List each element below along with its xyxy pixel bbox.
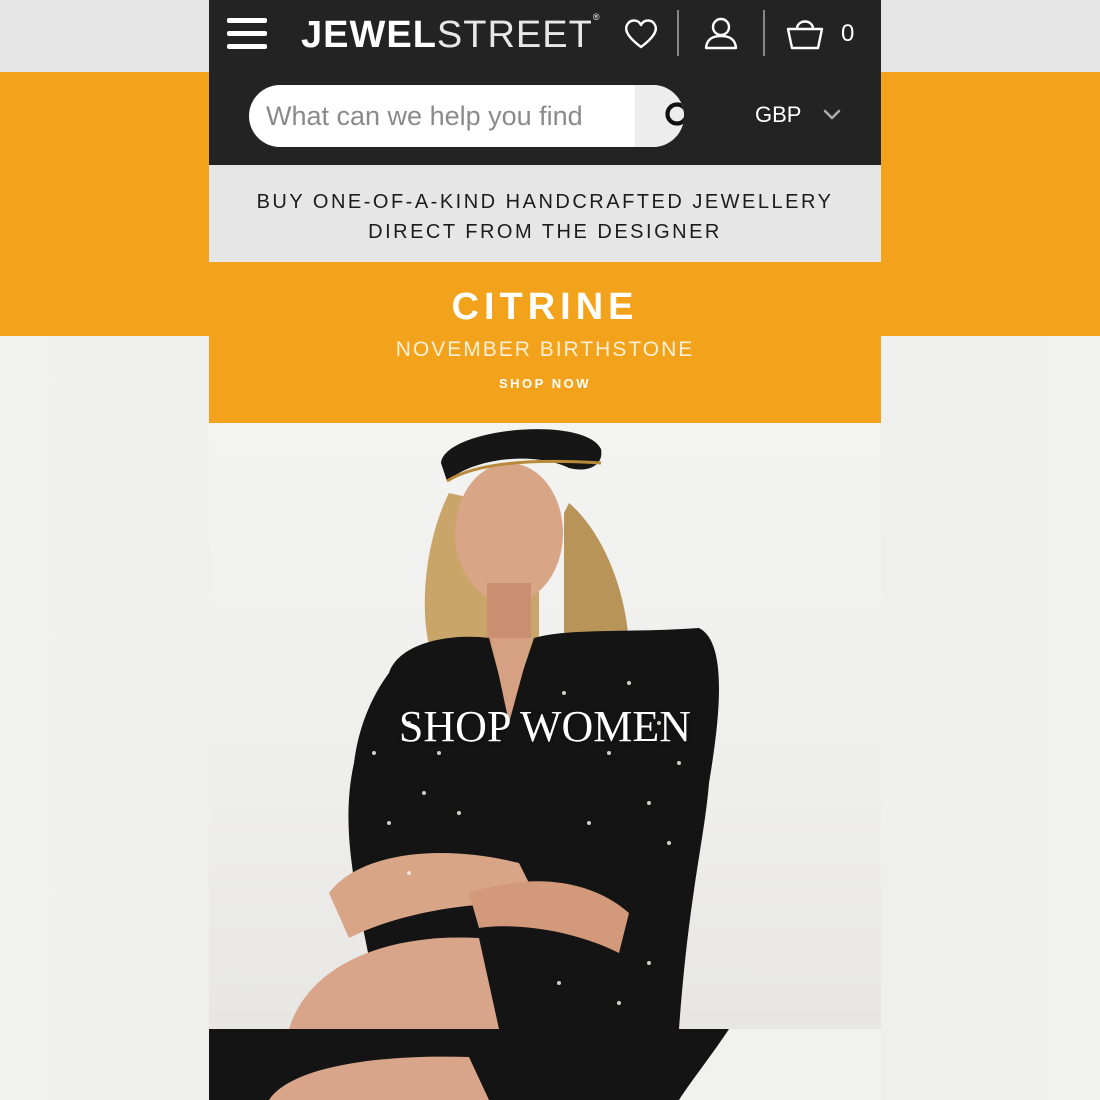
next-hero-preview	[209, 1029, 881, 1100]
search-bar	[249, 85, 684, 147]
basket-icon[interactable]	[784, 14, 824, 54]
logo-word-jewel: JEWEL	[301, 14, 437, 56]
search-input[interactable]	[249, 85, 594, 147]
promo-subtitle: NOVEMBER BIRTHSTONE	[395, 338, 695, 361]
search-button[interactable]	[635, 85, 684, 147]
promo-title: CITRINE	[451, 286, 639, 328]
heart-icon[interactable]	[621, 14, 661, 54]
site-header: JEWELSTREET® 0 What can we help you find…	[209, 0, 881, 165]
shop-now-link[interactable]: SHOP NOW	[209, 376, 881, 391]
tagline-line-2: DIRECT FROM THE DESIGNER	[368, 221, 722, 243]
site-logo[interactable]: JEWELSTREET®	[301, 12, 601, 62]
cart-count: 0	[841, 20, 855, 47]
shop-women-label: SHOP WOMEN	[398, 702, 692, 751]
chevron-down-icon	[824, 109, 841, 120]
currency-value: GBP	[755, 102, 802, 127]
user-icon[interactable]	[701, 14, 741, 54]
promo-banner[interactable]: CITRINE NOVEMBER BIRTHSTONE SHOP NOW	[209, 262, 881, 423]
logo-word-street: STREET	[436, 14, 593, 56]
search-icon	[665, 102, 684, 126]
shop-women-hero[interactable]: SHOP WOMEN	[209, 423, 881, 1029]
logo-registered-mark: ®	[592, 12, 601, 22]
currency-selector[interactable]: GBP	[755, 102, 841, 128]
header-divider	[677, 10, 679, 56]
tagline-banner: BUY ONE-OF-A-KIND HANDCRAFTED JEWELLERY …	[209, 165, 881, 262]
hamburger-menu-icon[interactable]	[227, 18, 267, 54]
header-divider	[763, 10, 765, 56]
mobile-screen: JEWELSTREET® 0 What can we help you find…	[209, 0, 881, 1100]
tagline-line-1: BUY ONE-OF-A-KIND HANDCRAFTED JEWELLERY	[256, 191, 834, 213]
